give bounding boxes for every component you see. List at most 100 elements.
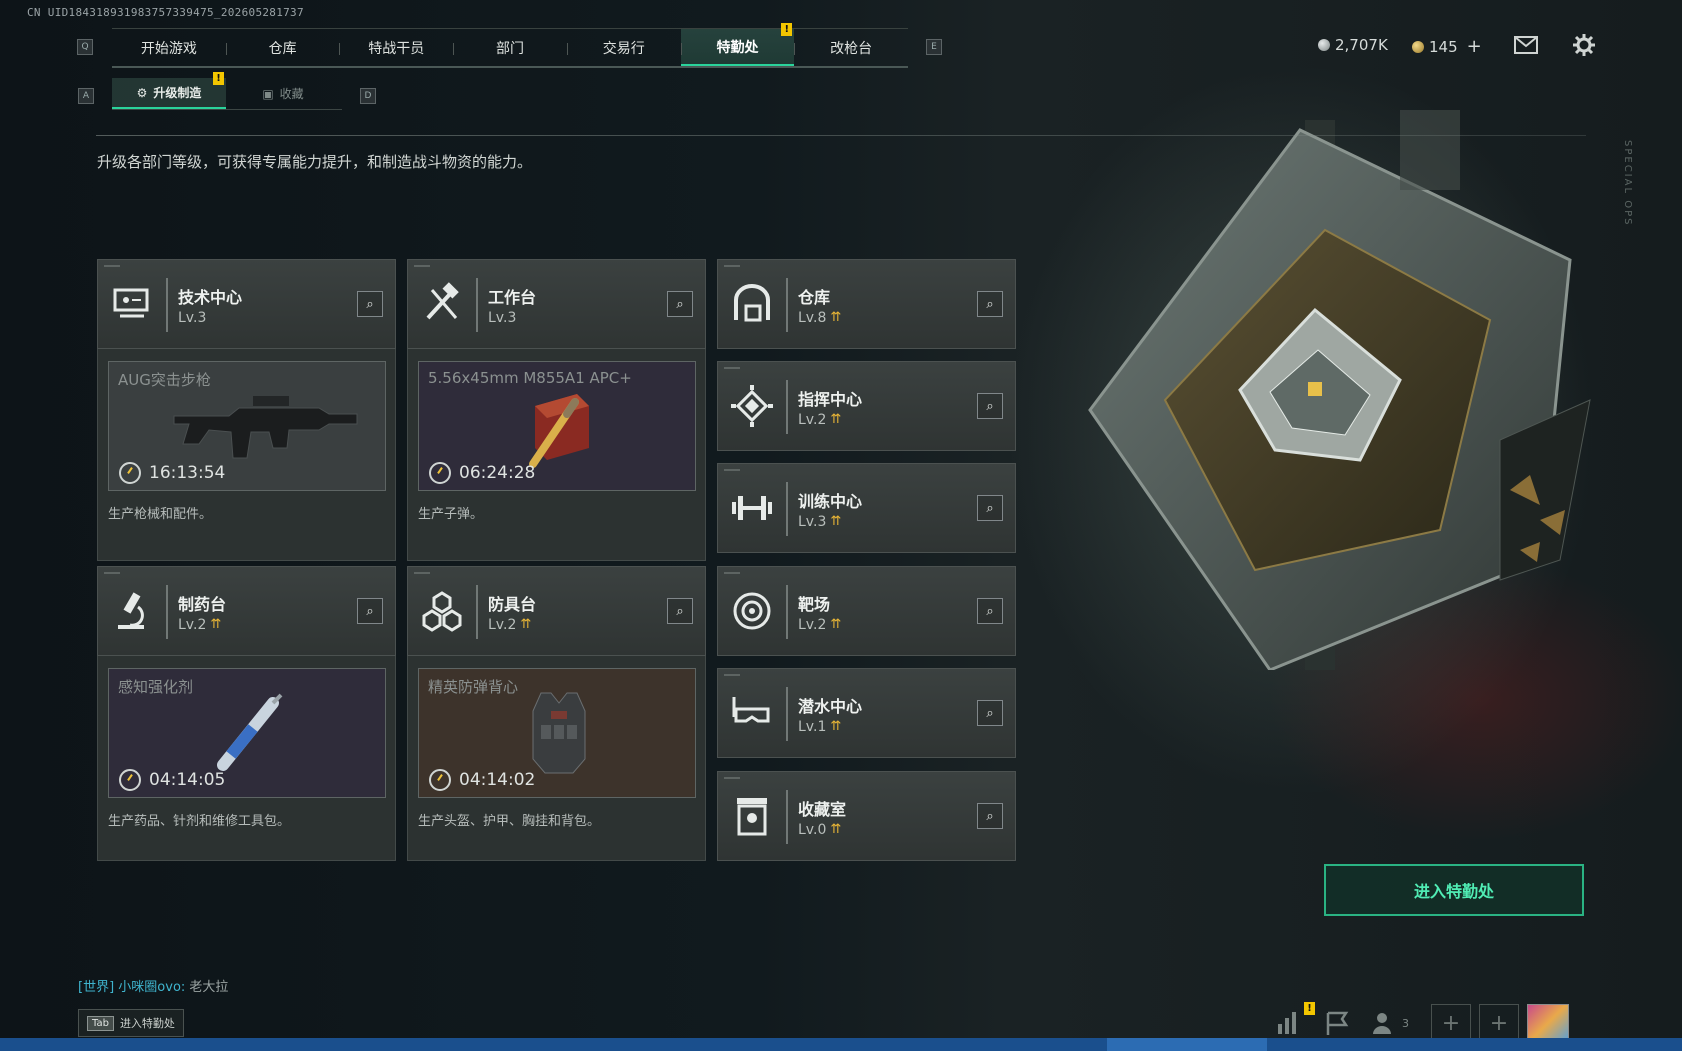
subnav-right-key-hint: D <box>360 88 376 104</box>
upgrade-arrow-icon: ⇈ <box>830 719 842 734</box>
department-level: Lv.3 <box>488 310 516 326</box>
inspect-button[interactable]: ⌕ <box>977 598 1003 624</box>
department-card-warehouse[interactable]: 仓库 Lv.8 ⇈ ⌕ <box>717 259 1016 349</box>
production-item-box[interactable]: 5.56x45mm M855A1 APC+ 06:24:28 <box>418 361 696 491</box>
inspect-button[interactable]: ⌕ <box>667 291 693 317</box>
department-level: Lv.8 ⇈ <box>798 310 841 326</box>
card-divider <box>476 278 478 332</box>
card-corner-mark <box>104 265 120 267</box>
department-card-diving[interactable]: 潜水中心 Lv.1 ⇈ ⌕ <box>717 668 1016 758</box>
clock-icon <box>429 462 451 484</box>
notification-badge: ! <box>781 23 793 36</box>
inspect-button[interactable]: ⌕ <box>977 700 1003 726</box>
card-divider <box>786 278 788 332</box>
card-divider <box>786 687 788 741</box>
production-item-box[interactable]: 感知强化剂 04:14:05 <box>108 668 386 798</box>
os-taskbar <box>0 1038 1682 1051</box>
tab-departments[interactable]: 部门 <box>453 29 567 66</box>
production-item-box[interactable]: 精英防弹背心 04:14:02 <box>418 668 696 798</box>
special-ops-cube-illustration <box>1088 110 1591 670</box>
friends-icon <box>1373 1013 1391 1034</box>
tab-gunsmith[interactable]: 改枪台 <box>794 29 908 66</box>
chat-message[interactable]: [世界] 小咪圈ovo: 老大拉 <box>78 976 228 995</box>
clock-icon <box>429 769 451 791</box>
inspect-button[interactable]: ⌕ <box>667 598 693 624</box>
invite-slot-2[interactable]: + <box>1479 1004 1519 1042</box>
add-gold-button[interactable]: + <box>1467 36 1482 57</box>
department-card-pharmacy[interactable]: 制药台 Lv.2 ⇈ ⌕ <box>97 566 396 656</box>
mail-icon[interactable] <box>1514 36 1538 54</box>
nav-right-key-hint: E <box>926 39 942 55</box>
department-card-workbench[interactable]: 工作台 Lv.3 ⌕ <box>407 259 706 349</box>
department-level: Lv.2 ⇈ <box>178 617 221 633</box>
syringe-image <box>217 693 283 771</box>
tab-trade[interactable]: 交易行 <box>566 29 681 66</box>
tab-label: 特战干员 <box>368 40 425 57</box>
department-card-collection[interactable]: 收藏室 Lv.0 ⇈ ⌕ <box>717 771 1016 861</box>
production-description: 生产枪械和配件。 <box>108 507 213 522</box>
department-level: Lv.2 ⇈ <box>798 617 841 633</box>
department-name: 制药台 <box>178 595 227 614</box>
upgrade-arrow-icon: ⇈ <box>830 412 842 427</box>
magnifier-icon: ⌕ <box>366 603 374 619</box>
department-card-armor[interactable]: 防具台 Lv.2 ⇈ ⌕ <box>407 566 706 656</box>
department-name: 工作台 <box>488 288 537 307</box>
friends-count: 3 <box>1402 1016 1409 1030</box>
tab-label: 仓库 <box>268 40 297 57</box>
production-item-name: 感知强化剂 <box>118 678 194 696</box>
invite-slot-1[interactable]: + <box>1431 1004 1471 1042</box>
production-description: 生产头盔、护甲、胸挂和背包。 <box>418 814 601 829</box>
flag-icon[interactable] <box>1324 1011 1350 1035</box>
department-name: 收藏室 <box>798 800 847 819</box>
tab-collection[interactable]: ▣ 收藏 <box>226 78 340 109</box>
inspect-button[interactable]: ⌕ <box>977 495 1003 521</box>
target-icon <box>733 592 771 630</box>
inspect-button[interactable]: ⌕ <box>977 803 1003 829</box>
department-card-training[interactable]: 训练中心 Lv.3 ⇈ ⌕ <box>717 463 1016 553</box>
page-description: 升级各部门等级，可获得专属能力提升，和制造战斗物资的能力。 <box>97 153 533 171</box>
production-panel-tech[interactable]: AUG突击步枪 16:13:54 生产枪械和配件。 <box>97 349 396 561</box>
magnifier-icon: ⌕ <box>366 296 374 312</box>
inspect-button[interactable]: ⌕ <box>977 291 1003 317</box>
magnifier-icon: ⌕ <box>986 808 994 824</box>
tab-upgrade-manufacture[interactable]: ⚙ 升级制造 ! <box>112 72 226 109</box>
friends-button[interactable]: 3 <box>1372 1011 1409 1035</box>
ammo-box-image <box>529 394 589 468</box>
department-level: Lv.2 ⇈ <box>488 617 531 633</box>
card-corner-mark <box>104 572 120 574</box>
timer-text: 16:13:54 <box>149 463 226 483</box>
inspect-button[interactable]: ⌕ <box>357 291 383 317</box>
tab-special-ops[interactable]: 特勤处 ! <box>680 23 795 66</box>
tab-warehouse[interactable]: 仓库 <box>225 29 340 66</box>
nav-left-key-hint: Q <box>77 39 93 55</box>
production-panel-workbench[interactable]: 5.56x45mm M855A1 APC+ 06:24:28 生产子弹。 <box>407 349 706 561</box>
dumbbell-icon <box>732 496 772 520</box>
tab-operators[interactable]: 特战干员 <box>339 29 453 66</box>
tab-enter-hint[interactable]: Tab 进入特勤处 <box>78 1009 184 1037</box>
card-corner-mark <box>414 265 430 267</box>
inspect-button[interactable]: ⌕ <box>977 393 1003 419</box>
department-name: 训练中心 <box>798 492 863 511</box>
avatar[interactable] <box>1527 1004 1569 1042</box>
enter-special-ops-button[interactable]: 进入特勤处 <box>1324 864 1584 916</box>
department-card-command[interactable]: 指挥中心 Lv.2 ⇈ ⌕ <box>717 361 1016 451</box>
timer-text: 04:14:05 <box>149 770 226 790</box>
upgrade-tab-icon: ⚙ <box>136 85 148 100</box>
plus-icon: + <box>1489 1010 1509 1036</box>
taskbar-active-window[interactable] <box>1107 1038 1267 1051</box>
department-card-tech[interactable]: 技术中心 Lv.3 ⌕ <box>97 259 396 349</box>
level-text: Lv.2 <box>178 617 207 633</box>
card-corner-mark <box>724 674 740 676</box>
production-item-box[interactable]: AUG突击步枪 16:13:54 <box>108 361 386 491</box>
gear-icon[interactable] <box>1573 34 1595 56</box>
production-panel-pharmacy[interactable]: 感知强化剂 04:14:05 生产药品、针剂和维修工具包。 <box>97 656 396 861</box>
magnifier-icon: ⌕ <box>986 705 994 721</box>
stats-button[interactable]: ! <box>1276 1002 1315 1036</box>
tab-start-game[interactable]: 开始游戏 <box>112 29 226 66</box>
production-item-name: AUG突击步枪 <box>118 371 211 389</box>
magnifier-icon: ⌕ <box>676 296 684 312</box>
department-card-range[interactable]: 靶场 Lv.2 ⇈ ⌕ <box>717 566 1016 656</box>
production-panel-armor[interactable]: 精英防弹背心 04:14:02 生产头盔、护甲、胸挂和背包。 <box>407 656 706 861</box>
inspect-button[interactable]: ⌕ <box>357 598 383 624</box>
gold-currency: 145 + <box>1412 36 1482 57</box>
